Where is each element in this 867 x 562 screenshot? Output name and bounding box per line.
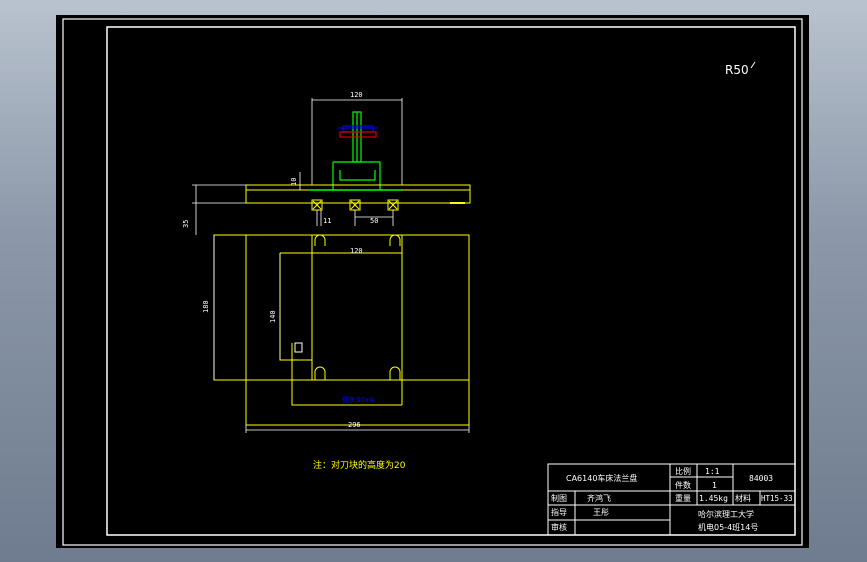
review-label: 审核 xyxy=(551,522,567,532)
inner-frame xyxy=(106,26,796,536)
setting-block xyxy=(294,342,303,353)
outer-frame xyxy=(62,18,803,546)
roughness-label: R50 xyxy=(725,63,749,77)
plan-slots xyxy=(314,234,401,380)
guide-label: 指导 xyxy=(551,507,567,517)
weight-value: 1.45kg xyxy=(699,494,728,503)
clamp-row xyxy=(311,199,399,211)
key-label: 键B 10x4 xyxy=(342,395,374,404)
dim-spacing-50: 50 xyxy=(370,217,378,225)
drawing-note: 注：对刀块的高度为20 xyxy=(313,459,406,471)
school-name: 哈尔滨理工大学 xyxy=(698,509,754,519)
drawn-label: 制图 xyxy=(551,493,567,503)
drawn-name: 齐鸿飞 xyxy=(587,493,611,503)
title-block-title: CA6140车床法兰盘 xyxy=(566,473,637,483)
guide-name: 王彤 xyxy=(593,508,609,517)
fixture-column xyxy=(332,111,381,190)
drawing-number: 84003 xyxy=(749,474,773,483)
dim-offset-11: 11 xyxy=(323,217,331,225)
scale-label: 比例 xyxy=(675,466,691,476)
dim-plate-120: 120 xyxy=(350,247,363,255)
scale-value: 1:1 xyxy=(705,467,720,476)
qty-value: 1 xyxy=(712,481,717,490)
bolt-assembly xyxy=(338,125,378,138)
dim-top-120: 120 xyxy=(350,91,363,99)
dim-height-10: 10 xyxy=(290,178,298,186)
qty-label: 件数 xyxy=(675,480,691,490)
class-info: 机电05-4班14号 xyxy=(698,522,758,532)
cad-drawing: R50 120 35 10 11 50 120 180 140 键B 10x4 … xyxy=(62,18,803,546)
material-label: 材料 xyxy=(735,493,751,503)
dim-plate-180: 180 xyxy=(202,300,210,313)
dim-left-35: 35 xyxy=(182,220,190,228)
roughness-tick xyxy=(750,61,756,69)
weight-label: 重量 xyxy=(675,493,691,503)
material-value: HT15-33 xyxy=(761,494,793,503)
dim-overall-296: 296 xyxy=(348,421,361,429)
dim-inner-140: 140 xyxy=(269,310,277,323)
